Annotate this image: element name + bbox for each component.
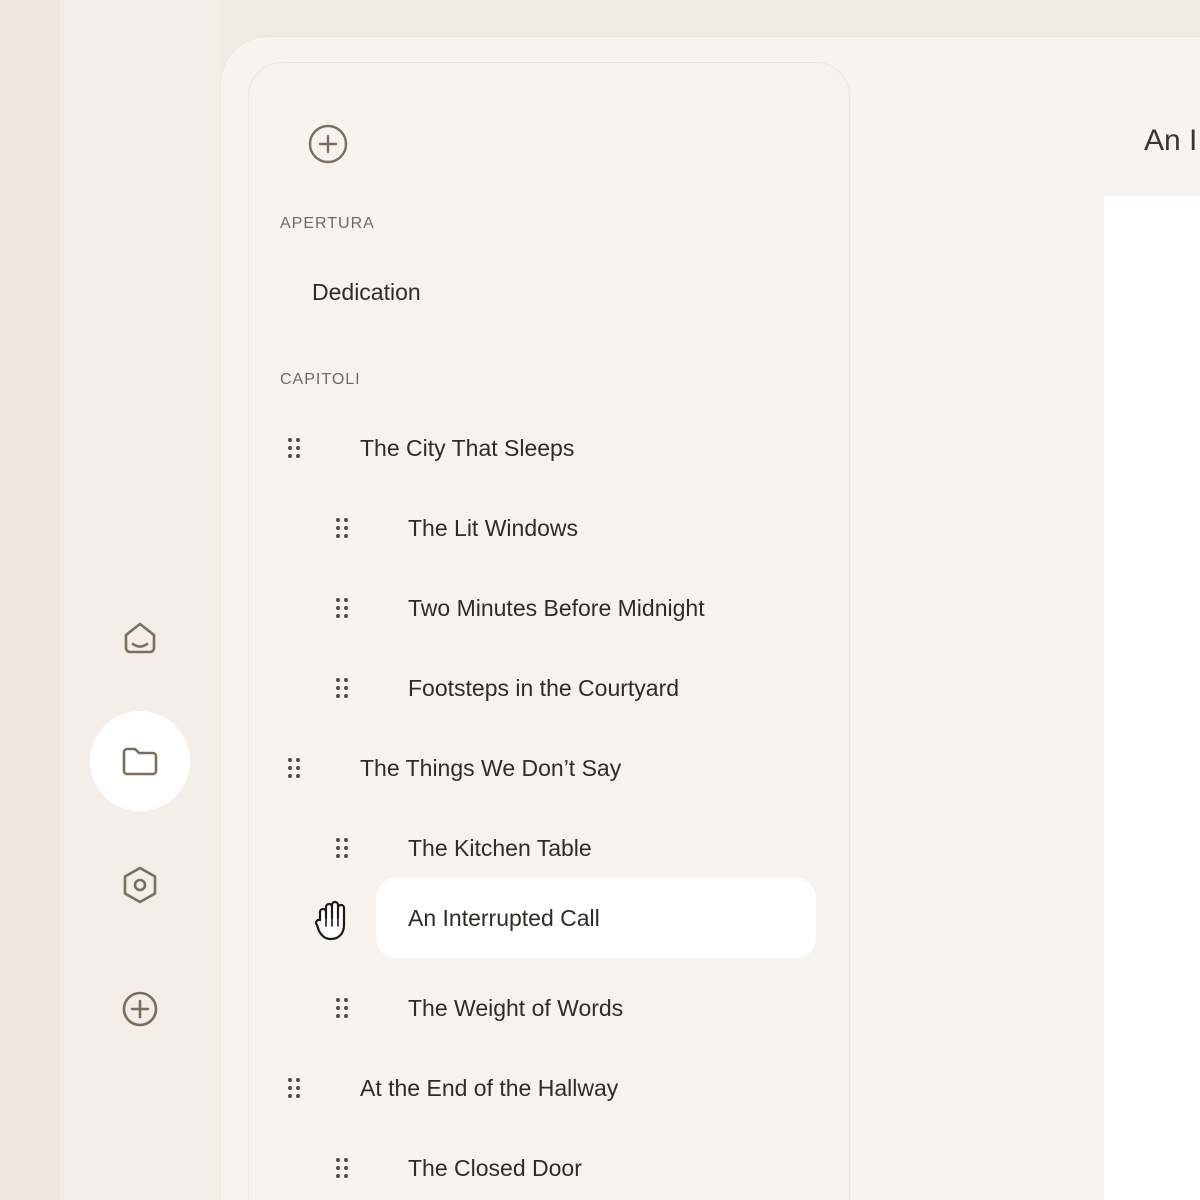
- drag-handle-icon[interactable]: [284, 1073, 304, 1103]
- outline-item-label: Dedication: [312, 278, 421, 305]
- add-circle-icon: [308, 124, 348, 164]
- outline-item-label: Two Minutes Before Midnight: [408, 594, 705, 621]
- left-edge-strip: [0, 0, 60, 1200]
- outline-item-scene[interactable]: Two Minutes Before Midnight: [408, 568, 705, 648]
- document-page[interactable]: [1104, 196, 1200, 1200]
- outline-item-dedication[interactable]: Dedication: [312, 252, 421, 332]
- outline-item-label: The City That Sleeps: [360, 434, 575, 461]
- outline-item-scene[interactable]: Footsteps in the Courtyard: [408, 648, 679, 728]
- section-label-apertura: APERTURA: [280, 215, 375, 232]
- rail-files-button[interactable]: [90, 711, 190, 811]
- drag-handle-icon[interactable]: [332, 1153, 352, 1183]
- folder-icon: [122, 747, 158, 776]
- outline-item-label: The Weight of Words: [408, 994, 624, 1021]
- drag-handle-icon[interactable]: [332, 993, 352, 1023]
- drag-handle-icon[interactable]: [284, 753, 304, 783]
- drag-handle-icon[interactable]: [332, 833, 352, 863]
- outline-item-scene[interactable]: The Weight of Words: [408, 968, 623, 1048]
- outline-item-chapter[interactable]: The Things We Don’t Say: [360, 728, 621, 808]
- home-icon: [124, 622, 156, 654]
- outline-item-scene[interactable]: The Lit Windows: [408, 488, 578, 568]
- outline-item-chapter[interactable]: The City That Sleeps: [360, 408, 574, 488]
- document-title: An I: [1144, 124, 1198, 157]
- outline-item-label: The Lit Windows: [408, 514, 579, 541]
- drag-handle-icon[interactable]: [332, 593, 352, 623]
- add-item-button[interactable]: [304, 120, 352, 168]
- outline-item-label: Footsteps in the Courtyard: [408, 674, 680, 701]
- settings-hexagon-icon: [123, 866, 157, 904]
- outline-item-scene-selected[interactable]: An Interrupted Call: [408, 878, 600, 958]
- outline-item-scene[interactable]: The Closed Door: [408, 1128, 582, 1200]
- drag-handle-icon[interactable]: [284, 433, 304, 463]
- rail-settings-button[interactable]: [90, 835, 190, 935]
- outline-item-label: An Interrupted Call: [408, 904, 600, 931]
- grab-hand-cursor-icon: [315, 900, 346, 941]
- outline-item-label: The Things We Don’t Say: [360, 754, 622, 781]
- section-label-capitoli: CAPITOLI: [280, 371, 361, 388]
- add-circle-icon: [122, 991, 158, 1027]
- rail-home-button[interactable]: [90, 588, 190, 688]
- outline-item-label: The Closed Door: [408, 1154, 582, 1181]
- drag-handle-icon[interactable]: [332, 673, 352, 703]
- outline-item-label: The Kitchen Table: [408, 834, 592, 861]
- navigation-rail: [60, 0, 220, 1200]
- rail-add-button[interactable]: [90, 959, 190, 1059]
- outline-item-label: At the End of the Hallway: [360, 1074, 619, 1101]
- drag-handle-icon[interactable]: [332, 513, 352, 543]
- outline-item-chapter[interactable]: At the End of the Hallway: [360, 1048, 618, 1128]
- outline-item-scene[interactable]: The Kitchen Table: [408, 808, 592, 888]
